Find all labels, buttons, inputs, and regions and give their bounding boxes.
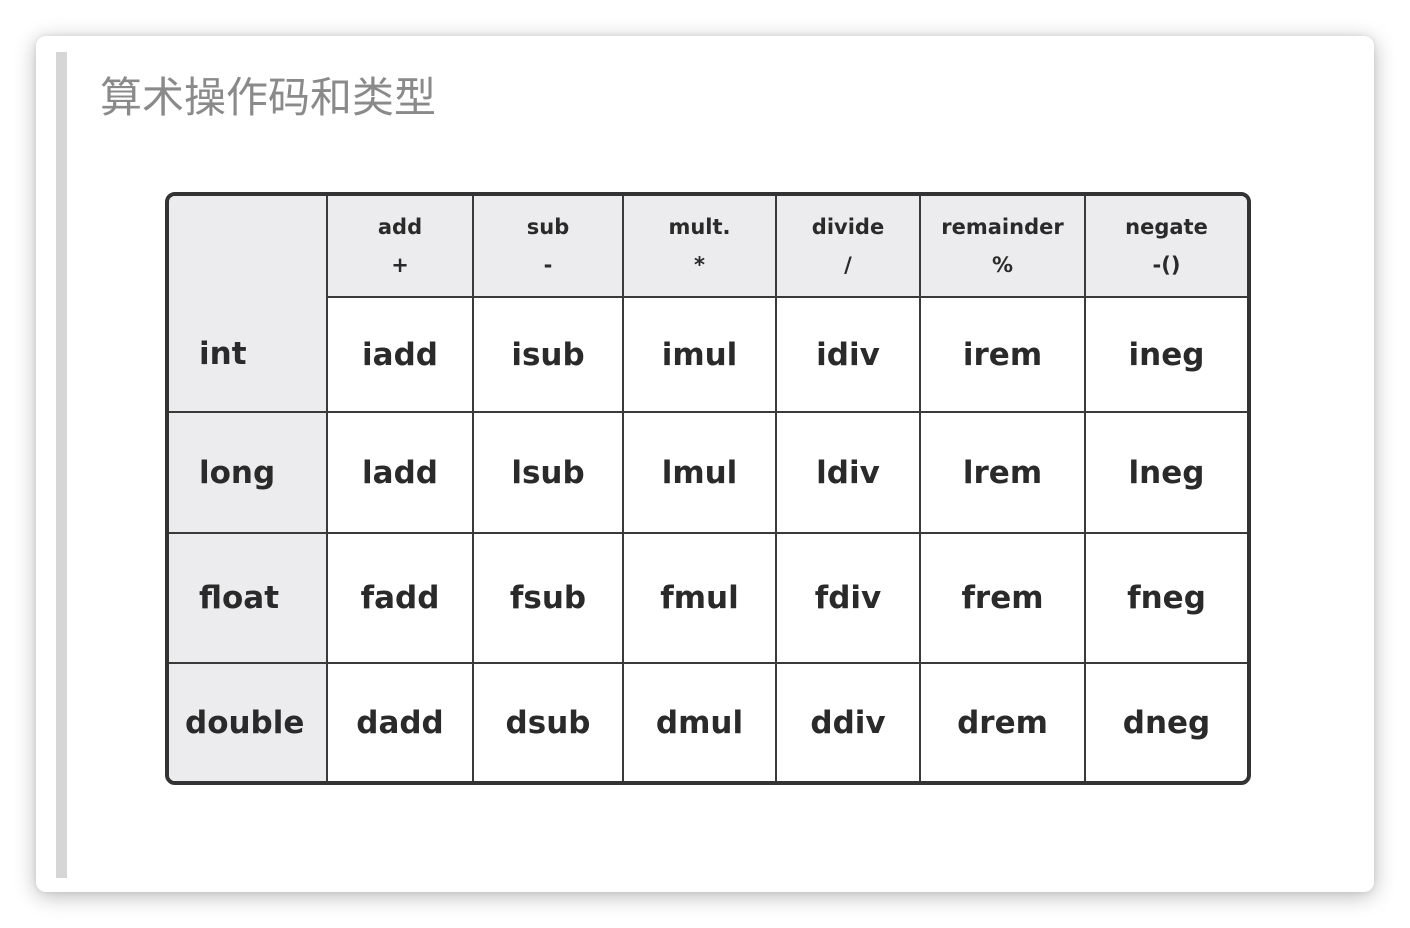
- table-cell: idiv: [775, 296, 921, 413]
- column-name: remainder: [941, 215, 1064, 239]
- table-cell: dsub: [472, 662, 624, 781]
- table-cell: fneg: [1084, 532, 1247, 664]
- table-cell: lsub: [472, 411, 624, 534]
- column-symbol: *: [694, 253, 705, 277]
- table-cell: ineg: [1084, 296, 1247, 413]
- column-name: sub: [526, 215, 570, 239]
- header-row: add + sub - mult. * divide / remainder% nega…: [169, 196, 1247, 297]
- column-header-divide: divide /: [775, 196, 921, 297]
- column-name: negate: [1125, 215, 1208, 239]
- blockquote-bar: [56, 52, 67, 878]
- table-row-float: float fadd fsub fmul fdiv frem fneg: [169, 532, 1247, 664]
- table-cell: drem: [919, 662, 1086, 781]
- table-cell: lmul: [622, 411, 777, 534]
- column-name: mult.: [668, 215, 731, 239]
- column-name: add: [377, 215, 423, 239]
- column-name: divide: [811, 215, 885, 239]
- column-header-remainder: remainder%: [919, 196, 1086, 297]
- column-header-mult: mult. *: [622, 196, 777, 297]
- table-cell: frem: [919, 532, 1086, 664]
- row-header: int: [169, 297, 328, 413]
- table-cell: fsub: [472, 532, 624, 664]
- table-cell: ladd: [326, 411, 474, 534]
- column-symbol: +: [391, 253, 409, 277]
- row-header: long: [169, 411, 328, 534]
- table-cell: isub: [472, 296, 624, 413]
- table-cell: ldiv: [775, 411, 921, 534]
- column-symbol: -(): [1152, 253, 1181, 277]
- column-header-negate: negate -(): [1084, 196, 1247, 297]
- table-cell: dneg: [1084, 662, 1247, 781]
- column-header-sub: sub -: [472, 196, 624, 297]
- content-card: 算术操作码和类型 add + sub - mult. * divide / remain…: [36, 36, 1374, 892]
- table-cell: ddiv: [775, 662, 921, 781]
- column-header-add: add +: [326, 196, 474, 297]
- row-header: double: [169, 662, 328, 781]
- section-title: 算术操作码和类型: [100, 73, 437, 122]
- table-cell: lrem: [919, 411, 1086, 534]
- table-cell: fdiv: [775, 532, 921, 664]
- table-cell: iadd: [326, 296, 474, 413]
- opcode-table: add + sub - mult. * divide / remainder% nega…: [169, 196, 1247, 781]
- row-header: float: [169, 532, 328, 664]
- table-row-int: int iadd isub imul idiv irem ineg: [169, 296, 1247, 413]
- column-symbol: %: [991, 253, 1014, 277]
- table-row-long: long ladd lsub lmul ldiv lrem lneg: [169, 411, 1247, 534]
- table-cell: dmul: [622, 662, 777, 781]
- opcode-table-image: add + sub - mult. * divide / remainder% nega…: [165, 192, 1251, 785]
- column-symbol: -: [543, 253, 553, 277]
- column-symbol: /: [844, 253, 852, 277]
- table-cell: dadd: [326, 662, 474, 781]
- table-cell: fmul: [622, 532, 777, 664]
- corner-cell: [169, 196, 328, 297]
- table-cell: fadd: [326, 532, 474, 664]
- table-row-double: double dadd dsub dmul ddiv drem dneg: [169, 662, 1247, 781]
- table-cell: imul: [622, 296, 777, 413]
- table-cell: irem: [919, 296, 1086, 413]
- table-cell: lneg: [1084, 411, 1247, 534]
